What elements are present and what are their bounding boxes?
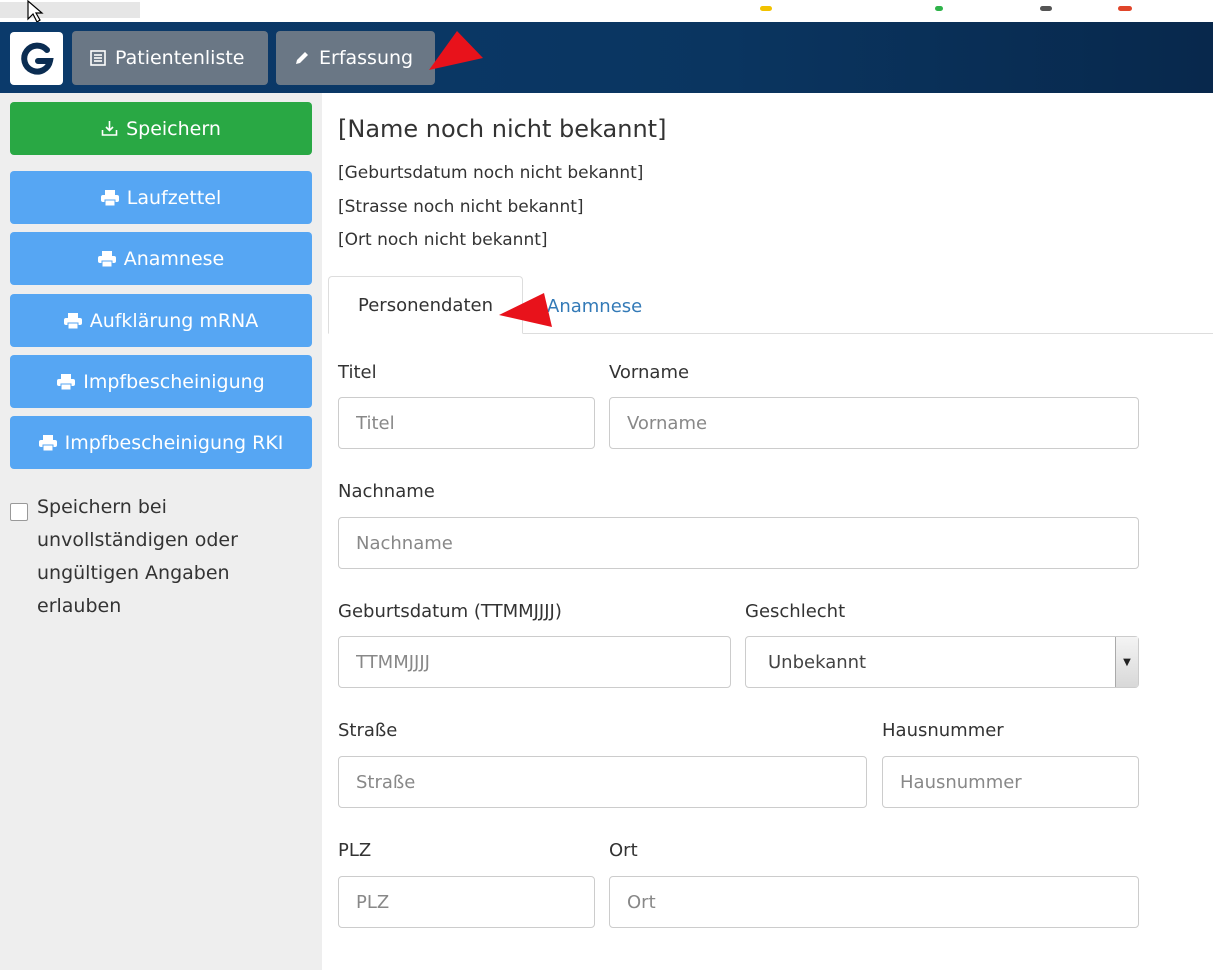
print-laufzettel-button[interactable]: Laufzettel: [10, 171, 312, 224]
browser-tab[interactable]: [0, 2, 140, 18]
annotation-arrow-icon: [429, 31, 483, 70]
birthdate-input[interactable]: [338, 636, 731, 688]
print-button-label: Aufklärung mRNA: [89, 309, 259, 332]
print-button-label: Anamnese: [123, 247, 225, 270]
browser-extension-icon[interactable]: [1118, 6, 1132, 11]
tab-personendaten[interactable]: Personendaten: [328, 276, 523, 334]
browser-extension-icon[interactable]: [935, 6, 943, 11]
print-impfbescheinigung-button[interactable]: Impfbescheinigung: [10, 355, 312, 408]
printer-icon: [57, 373, 76, 390]
birthdate-label: Geburtsdatum (TTMMJJJJ): [338, 601, 562, 622]
list-icon: [90, 50, 106, 66]
print-impfbescheinigung-rki-button[interactable]: Impfbescheinigung RKI: [10, 416, 312, 469]
browser-extension-icon[interactable]: [1040, 6, 1052, 11]
browser-toolbar-strip: [0, 0, 1213, 23]
capture-label: Erfassung: [319, 47, 414, 69]
housenumber-input[interactable]: [882, 756, 1139, 808]
printer-icon: [97, 250, 116, 267]
save-label: Speichern: [126, 117, 221, 140]
logo-icon: [20, 42, 54, 75]
title-label: Titel: [338, 362, 377, 383]
chevron-down-icon[interactable]: ▼: [1115, 637, 1138, 687]
top-navbar: Patientenliste Erfassung: [0, 22, 1213, 93]
printer-icon: [38, 434, 57, 451]
print-button-label: Impfbescheinigung RKI: [64, 431, 284, 454]
city-input[interactable]: [609, 876, 1139, 928]
app-logo[interactable]: [10, 32, 63, 85]
zip-input[interactable]: [338, 876, 595, 928]
patient-list-label: Patientenliste: [115, 47, 245, 69]
annotation-arrow-icon: [499, 293, 552, 327]
gender-select[interactable]: Unbekannt ▼: [745, 636, 1139, 688]
pencil-icon: [296, 52, 308, 64]
lastname-label: Nachname: [338, 481, 435, 502]
tab-personendaten-label: Personendaten: [358, 294, 493, 316]
print-anamnese-button[interactable]: Anamnese: [10, 232, 312, 285]
patient-birthdate: [Geburtsdatum noch nicht bekannt]: [338, 163, 644, 183]
zip-label: PLZ: [338, 840, 372, 861]
patient-street: [Strasse noch nicht bekannt]: [338, 197, 584, 217]
printer-icon: [100, 189, 119, 206]
capture-button[interactable]: Erfassung: [276, 31, 435, 85]
allow-incomplete-option: Speichern bei unvollständigen oder ungül…: [10, 496, 310, 623]
allow-incomplete-label: Speichern bei unvollständigen oder ungül…: [37, 496, 238, 617]
title-input[interactable]: [338, 397, 595, 449]
gender-label: Geschlecht: [745, 601, 846, 622]
download-icon: [101, 121, 118, 136]
gender-selected-value: Unbekannt: [768, 651, 867, 673]
tab-anamnese[interactable]: Anamnese: [547, 296, 642, 317]
city-label: Ort: [609, 840, 638, 861]
print-aufklaerung-mrna-button[interactable]: Aufklärung mRNA: [10, 294, 312, 347]
sidebar: Speichern Laufzettel Anamnese Aufklärung…: [0, 93, 322, 970]
patient-name: [Name noch nicht bekannt]: [338, 115, 667, 143]
firstname-input[interactable]: [609, 397, 1139, 449]
lastname-input[interactable]: [338, 517, 1139, 569]
housenumber-label: Hausnummer: [882, 720, 1004, 741]
print-button-label: Laufzettel: [126, 186, 222, 209]
mouse-cursor-icon: [27, 0, 44, 23]
browser-extension-icon[interactable]: [760, 6, 772, 11]
patient-city: [Ort noch nicht bekannt]: [338, 230, 548, 250]
patient-list-button[interactable]: Patientenliste: [72, 31, 268, 85]
save-button[interactable]: Speichern: [10, 102, 312, 155]
print-button-label: Impfbescheinigung: [83, 370, 265, 393]
street-input[interactable]: [338, 756, 867, 808]
allow-incomplete-checkbox[interactable]: [10, 503, 28, 521]
firstname-label: Vorname: [609, 362, 690, 383]
street-label: Straße: [338, 720, 398, 741]
printer-icon: [63, 312, 82, 329]
